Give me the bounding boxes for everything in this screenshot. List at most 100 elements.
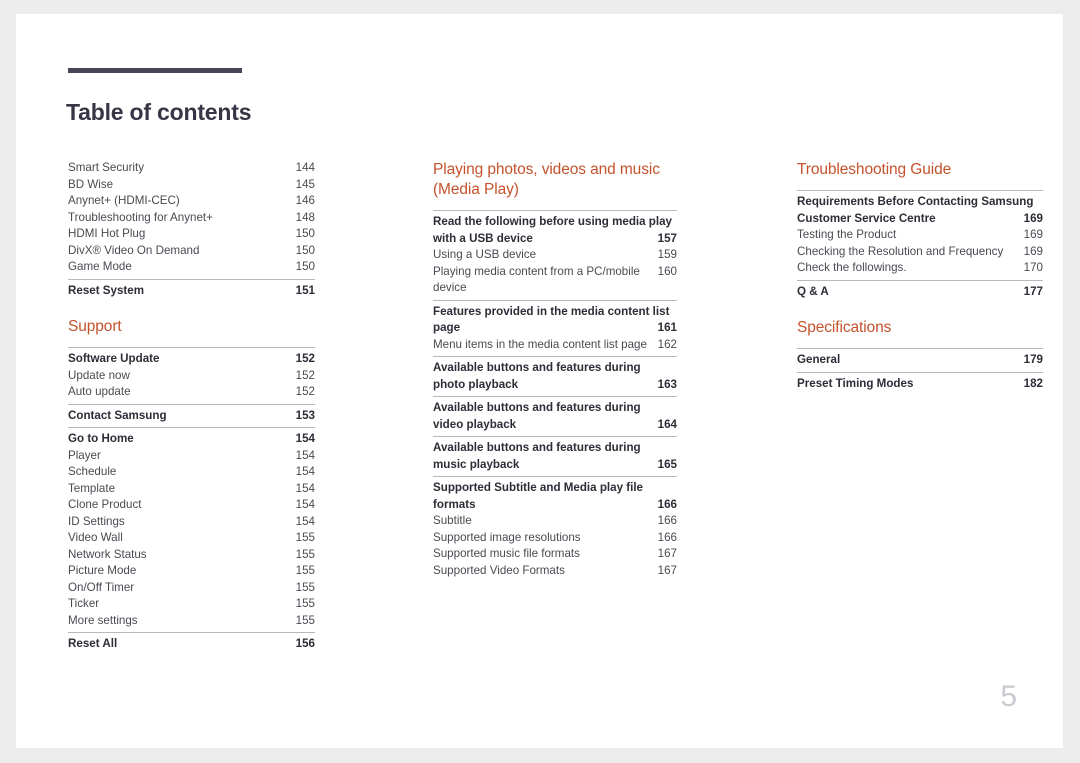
toc-entry-label-cont: video playback xyxy=(433,417,517,431)
toc-entry[interactable]: DivX® Video On Demand 150 xyxy=(68,243,315,260)
toc-entry[interactable]: Q & A 177 xyxy=(797,279,1043,301)
toc-entry[interactable]: HDMI Hot Plug 150 xyxy=(68,226,315,243)
toc-entry[interactable]: Playing media content from a PC/mobile d… xyxy=(433,264,677,297)
toc-entry[interactable]: Available buttons and features during pho… xyxy=(433,356,677,393)
toc-entry-page: 155 xyxy=(295,531,315,544)
toc-entry[interactable]: BD Wise 145 xyxy=(68,177,315,194)
toc-entry[interactable]: Available buttons and features during mus… xyxy=(433,436,677,473)
toc-entry[interactable]: Requirements Before Contacting Samsung Cu… xyxy=(797,190,1043,227)
toc-entry-label: Go to Home xyxy=(68,432,134,445)
toc-entry-label: Q & A xyxy=(797,284,829,298)
toc-entry-page: 154 xyxy=(295,448,315,462)
toc-entry-label: Supported music file formats xyxy=(433,547,580,560)
toc-entry[interactable]: Subtitle 166 xyxy=(433,513,677,530)
toc-entry-label: Features provided in the media content l… xyxy=(433,304,670,318)
toc-entry-page: 150 xyxy=(295,260,315,273)
toc-column-2: Playing photos, videos and music (Media … xyxy=(433,160,677,579)
toc-entry-page: 170 xyxy=(1023,261,1043,274)
toc-section: Smart Security 144 BD Wise 145 Anynet+ (HDMI… xyxy=(68,160,315,299)
toc-entry[interactable]: Menu items in the media content list pag… xyxy=(433,337,677,354)
toc-entry-page: 145 xyxy=(295,177,315,191)
toc-section: Read the following before using media pl… xyxy=(433,210,677,579)
toc-entry-label: ID Settings xyxy=(68,514,125,528)
toc-entry-label: Game Mode xyxy=(68,260,132,273)
toc-entry-page: 152 xyxy=(295,352,315,365)
toc-entry-label: Picture Mode xyxy=(68,564,137,577)
toc-entry[interactable]: ID Settings 154 xyxy=(68,514,315,531)
section-heading: Playing photos, videos and music (Media … xyxy=(433,161,660,198)
toc-entry-page: 177 xyxy=(1023,284,1043,298)
toc-entry[interactable]: Anynet+ (HDMI-CEC) 146 xyxy=(68,193,315,210)
toc-entry[interactable]: Go to Home 154 xyxy=(68,427,315,448)
toc-entry-label: Schedule xyxy=(68,465,117,478)
toc-entry[interactable]: Ticker 155 xyxy=(68,596,315,613)
toc-entry[interactable]: More settings 155 xyxy=(68,613,315,630)
toc-entry-label: Playing media content from a PC/mobile d… xyxy=(433,264,640,295)
toc-entry-label: Contact Samsung xyxy=(68,408,167,422)
toc-entry[interactable]: Smart Security 144 xyxy=(68,160,315,177)
toc-entry-page: 151 xyxy=(295,283,315,297)
toc-entry-label: Menu items in the media content list pag… xyxy=(433,337,647,351)
toc-entry[interactable]: Supported Subtitle and Media play file fo… xyxy=(433,476,677,513)
toc-entry[interactable]: Reset System 151 xyxy=(68,278,315,300)
toc-entry-label: Video Wall xyxy=(68,531,123,544)
toc-entry[interactable]: Template 154 xyxy=(68,481,315,498)
toc-entry-page: 165 xyxy=(657,457,677,471)
toc-entry-page: 144 xyxy=(295,161,315,174)
toc-entry[interactable]: Available buttons and features during vid… xyxy=(433,396,677,433)
toc-entry[interactable]: Testing the Product 169 xyxy=(797,227,1043,244)
toc-section: General 179 Preset Timing Modes 182 xyxy=(797,348,1043,392)
toc-entry[interactable]: Auto update 152 xyxy=(68,384,315,401)
page-title: Table of contents xyxy=(66,99,252,126)
toc-entry-label: BD Wise xyxy=(68,177,114,191)
toc-entry-label-cont: formats xyxy=(433,497,476,511)
toc-entry[interactable]: Video Wall 155 xyxy=(68,530,315,547)
toc-entry-page: 150 xyxy=(295,243,315,257)
toc-column-1: Smart Security 144 BD Wise 145 Anynet+ (HDMI… xyxy=(68,160,315,653)
toc-entry-label: DivX® Video On Demand xyxy=(68,243,200,257)
toc-entry[interactable]: Clone Product 154 xyxy=(68,497,315,514)
toc-entry-label: Using a USB device xyxy=(433,248,537,261)
toc-section: Software Update 152 Update now 152 Auto upda… xyxy=(68,347,315,653)
toc-entry[interactable]: Schedule 154 xyxy=(68,464,315,481)
toc-entry[interactable]: Supported Video Formats 167 xyxy=(433,563,677,580)
toc-entry-label: Check the followings. xyxy=(797,261,907,274)
toc-entry-page: 154 xyxy=(295,481,315,495)
toc-entry-label: Reset All xyxy=(68,637,118,650)
toc-entry[interactable]: Troubleshooting for Anynet+ 148 xyxy=(68,210,315,227)
toc-entry[interactable]: Game Mode 150 xyxy=(68,259,315,276)
toc-entry[interactable]: Picture Mode 155 xyxy=(68,563,315,580)
toc-entry[interactable]: Network Status 155 xyxy=(68,547,315,564)
toc-entry-label: Available buttons and features during xyxy=(433,401,641,414)
toc-entry[interactable]: Player 154 xyxy=(68,448,315,465)
toc-entry[interactable]: General 179 xyxy=(797,348,1043,369)
toc-entry[interactable]: Supported image resolutions 166 xyxy=(433,530,677,547)
toc-entry[interactable]: Update now 152 xyxy=(68,368,315,385)
page-number: 5 xyxy=(1000,680,1017,713)
toc-entry[interactable]: Software Update 152 xyxy=(68,347,315,368)
toc-entry[interactable]: Supported music file formats 167 xyxy=(433,546,677,563)
toc-entry[interactable]: Features provided in the media content l… xyxy=(433,299,677,337)
toc-entry-label: Update now xyxy=(68,368,130,382)
toc-entry[interactable]: Read the following before using media pl… xyxy=(433,210,677,247)
toc-entry[interactable]: Checking the Resolution and Frequency 169 xyxy=(797,244,1043,261)
toc-entry-page: 159 xyxy=(657,248,677,261)
toc-entry[interactable]: Contact Samsung 153 xyxy=(68,403,315,425)
toc-section: Requirements Before Contacting Samsung Cu… xyxy=(797,190,1043,300)
toc-entry-label: Player xyxy=(68,448,101,462)
toc-entry-page: 169 xyxy=(1023,211,1043,225)
toc-entry-page: 150 xyxy=(295,227,315,240)
toc-entry-page: 166 xyxy=(657,497,677,511)
toc-entry-label: Available buttons and features during xyxy=(433,361,641,374)
toc-entry-label: Reset System xyxy=(68,283,145,297)
toc-entry[interactable]: Using a USB device 159 xyxy=(433,247,677,264)
toc-entry[interactable]: Preset Timing Modes 182 xyxy=(797,371,1043,393)
toc-entry-label: Testing the Product xyxy=(797,228,897,241)
toc-entry-page: 166 xyxy=(657,530,677,544)
toc-entry[interactable]: On/Off Timer 155 xyxy=(68,580,315,597)
toc-entry-label: Smart Security xyxy=(68,161,145,174)
toc-entry[interactable]: Check the followings. 170 xyxy=(797,260,1043,277)
toc-entry-label: Supported Subtitle and Media play file xyxy=(433,481,643,494)
toc-entry[interactable]: Reset All 156 xyxy=(68,632,315,653)
